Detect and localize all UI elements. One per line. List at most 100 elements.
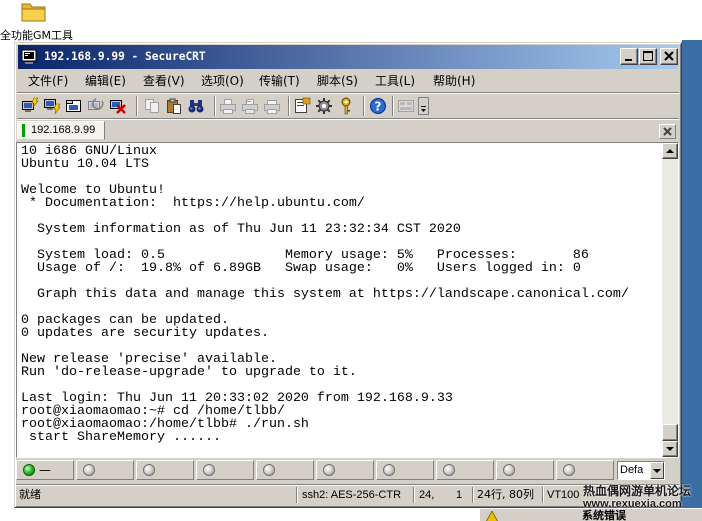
- status-cursor-col: 1: [456, 489, 463, 501]
- paste-icon[interactable]: [165, 97, 183, 115]
- folder-icon[interactable]: [21, 0, 47, 22]
- menu-options[interactable]: 选项(O): [199, 72, 246, 91]
- status-ready: 就绪: [19, 488, 41, 501]
- scroll-down-button[interactable]: [662, 441, 678, 457]
- button-bar-slot[interactable]: [496, 460, 554, 480]
- tab-status-indicator: [22, 124, 25, 137]
- led-indicator-icon: [263, 464, 275, 476]
- vertical-scrollbar[interactable]: [662, 143, 678, 457]
- led-indicator-icon: [443, 464, 455, 476]
- led-indicator-icon: [323, 464, 335, 476]
- find-icon[interactable]: [187, 97, 205, 115]
- button-bar-slot[interactable]: [136, 460, 194, 480]
- toolbar-separator: [214, 96, 216, 116]
- menu-help[interactable]: 帮助(H): [431, 72, 477, 91]
- taskbar-popup[interactable]: 系统错误: [480, 508, 702, 521]
- menu-view[interactable]: 查看(V): [141, 72, 187, 91]
- desktop-icon-label[interactable]: 全功能GM工具: [0, 29, 76, 42]
- minimize-icon: [625, 59, 632, 61]
- keymap-icon[interactable]: [397, 97, 415, 115]
- led-indicator-icon: [563, 464, 575, 476]
- status-divider: [542, 487, 544, 503]
- close-tab-button[interactable]: [659, 124, 676, 139]
- terminal-line: System information as of Thu Jun 11 23:3…: [21, 222, 461, 237]
- status-divider: [413, 487, 415, 503]
- led-indicator-icon: [203, 464, 215, 476]
- button-bar-slot[interactable]: [376, 460, 434, 480]
- reconnect-icon[interactable]: [87, 97, 105, 115]
- watermark-title: 热血偶网游单机论坛: [583, 484, 692, 498]
- terminal-line: Graph this data and manage this system a…: [21, 287, 629, 302]
- toolbar-overflow-icon[interactable]: [418, 97, 429, 115]
- led-indicator-icon: [83, 464, 95, 476]
- led-indicator-icon: [143, 464, 155, 476]
- button-bar-slot[interactable]: [256, 460, 314, 480]
- popup-title: 系统错误: [582, 509, 626, 521]
- terminal-line: start ShareMemory ......: [21, 430, 221, 445]
- status-terminal-size: 24行, 80列: [477, 488, 534, 501]
- maximize-button[interactable]: [639, 48, 657, 65]
- menu-transfer[interactable]: 传输(T): [257, 72, 302, 91]
- copy-icon[interactable]: [143, 97, 161, 115]
- close-tab-icon: [663, 127, 672, 136]
- button-bar-slot[interactable]: [556, 460, 614, 480]
- menu-script[interactable]: 脚本(S): [315, 72, 360, 91]
- led-indicator-icon: [23, 464, 35, 476]
- svg-text:?: ?: [375, 99, 382, 113]
- chevron-down-icon: [653, 469, 661, 473]
- terminal-screen[interactable]: 10 i686 GNU/Linux Ubuntu 10.04 LTS Welcome…: [17, 143, 662, 457]
- disconnect-icon[interactable]: [109, 97, 127, 115]
- terminal-line: Usage of /: 19.8% of 6.89GB Swap usage: …: [21, 261, 581, 276]
- status-cursor-row: 24,: [419, 489, 435, 501]
- session-tab-label[interactable]: 192.168.9.99: [31, 121, 95, 140]
- button-bar-slot-label: —: [39, 463, 51, 477]
- status-protocol: ssh2: AES-256-CTR: [302, 489, 402, 501]
- status-divider: [472, 487, 474, 503]
- menu-edit[interactable]: 编辑(E): [83, 72, 128, 91]
- help-icon[interactable]: ?: [369, 97, 387, 115]
- toolbar-separator: [363, 96, 365, 116]
- session-options-icon[interactable]: [293, 97, 311, 115]
- button-bar-slot[interactable]: —: [16, 460, 74, 480]
- warning-icon: [486, 511, 498, 521]
- print-setup-icon[interactable]: [263, 97, 281, 115]
- button-bar-slot[interactable]: [76, 460, 134, 480]
- scrollbar-thumb[interactable]: [662, 424, 678, 441]
- toolbar-separator: [136, 96, 138, 116]
- toolbar-divider: [17, 118, 679, 120]
- toolbar-separator: [288, 96, 290, 116]
- terminal-line: * Documentation: https://help.ubuntu.com…: [21, 196, 365, 211]
- scroll-up-icon: [666, 149, 674, 153]
- terminal-output: 10 i686 GNU/Linux Ubuntu 10.04 LTS Welcome…: [21, 145, 629, 444]
- menu-divider: [17, 92, 679, 94]
- window-title: 192.168.9.99 - SecureCRT: [44, 50, 206, 63]
- quick-connect-icon[interactable]: [43, 97, 61, 115]
- button-bar-slot[interactable]: [436, 460, 494, 480]
- connect-icon[interactable]: [21, 97, 39, 115]
- terminal-line: 0 updates are security updates.: [21, 326, 269, 341]
- led-indicator-icon: [503, 464, 515, 476]
- session-select-dropdown[interactable]: [650, 462, 664, 479]
- key-icon[interactable]: [337, 97, 355, 115]
- led-indicator-icon: [383, 464, 395, 476]
- connect-in-tab-icon[interactable]: [65, 97, 83, 115]
- scroll-up-button[interactable]: [662, 143, 678, 159]
- print-selection-icon[interactable]: [241, 97, 259, 115]
- desktop-background: [682, 40, 702, 521]
- terminal-line: Run 'do-release-upgrade' to upgrade to i…: [21, 365, 357, 380]
- menu-tools[interactable]: 工具(L): [373, 72, 417, 91]
- terminal-line: Ubuntu 10.04 LTS: [21, 157, 149, 172]
- menu-file[interactable]: 文件(F): [26, 72, 70, 91]
- print-icon[interactable]: [219, 97, 237, 115]
- close-button[interactable]: [660, 48, 678, 65]
- button-bar-slot[interactable]: [316, 460, 374, 480]
- global-options-icon[interactable]: [315, 97, 333, 115]
- button-bar-slot[interactable]: [196, 460, 254, 480]
- maximize-icon: [643, 51, 653, 61]
- minimize-button[interactable]: [620, 48, 638, 65]
- scroll-down-icon: [666, 447, 674, 451]
- session-select[interactable]: Defa: [617, 461, 665, 480]
- session-select-value: Defa: [620, 464, 644, 476]
- securecrt-icon[interactable]: [21, 49, 37, 65]
- toolbar-separator: [392, 96, 394, 116]
